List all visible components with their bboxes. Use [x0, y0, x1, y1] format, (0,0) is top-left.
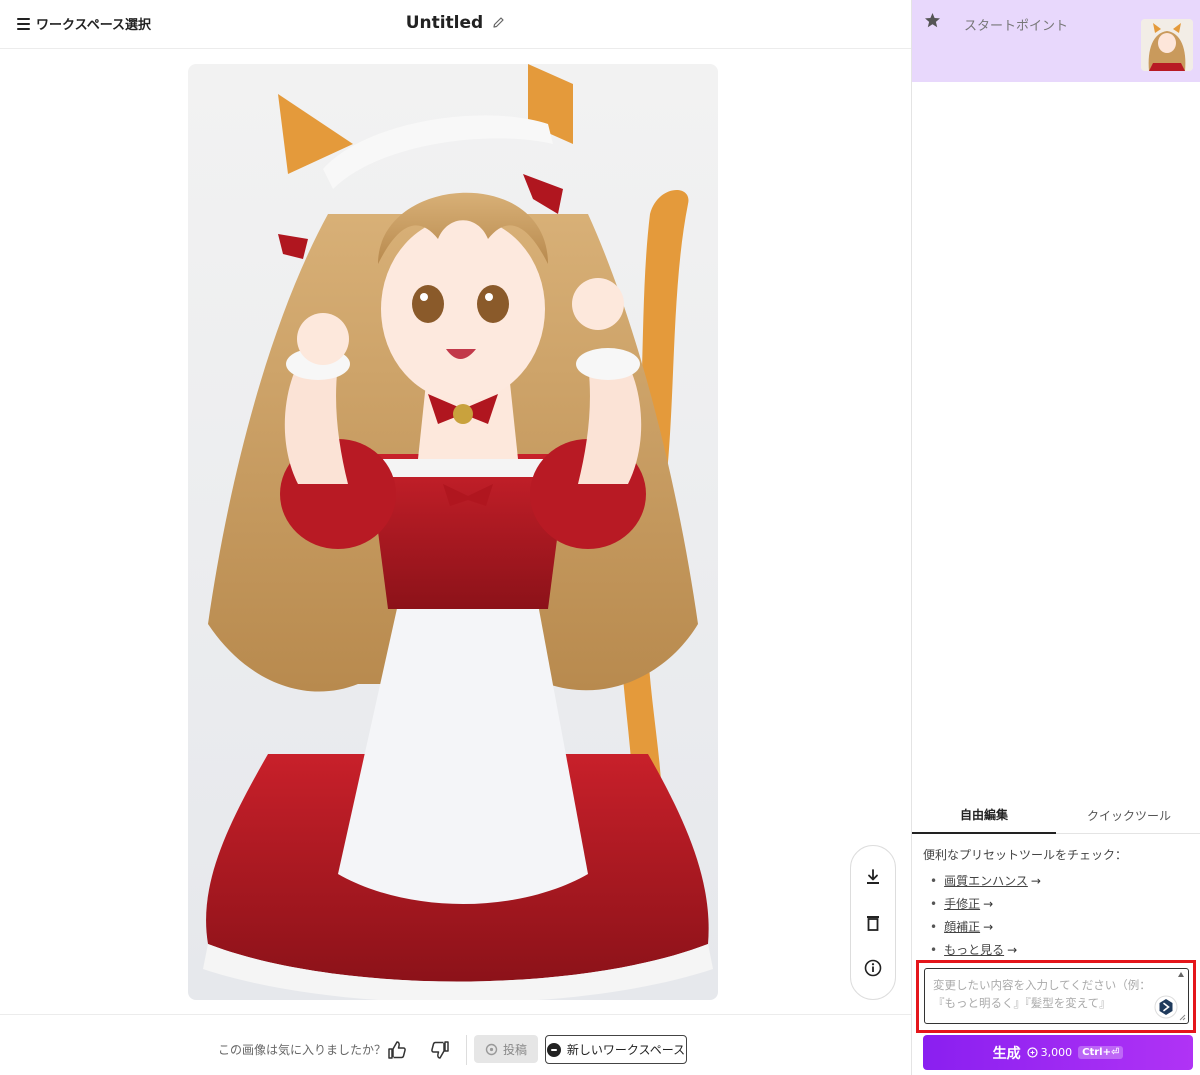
title-area: Untitled: [0, 13, 911, 33]
arrow-right-icon: →: [1030, 874, 1041, 888]
preset-heading: 便利なプリセットツールをチェック：: [923, 848, 1128, 862]
generate-label: 生成: [992, 1045, 1021, 1062]
edit-panel: スタートポイント 自由編集 クイックツール 便利なプリセットツールをチェック： …: [911, 0, 1200, 1075]
download-button[interactable]: [858, 862, 888, 892]
preset-link-hand-fix[interactable]: 手修正: [944, 897, 980, 911]
download-icon: [867, 868, 879, 884]
prompt-input[interactable]: [925, 969, 1157, 1021]
resize-handle-icon[interactable]: [1179, 1014, 1186, 1021]
ai-assist-icon[interactable]: [1154, 995, 1178, 1019]
generate-cost-value: 3,000: [1040, 1046, 1073, 1059]
arrow-right-icon: →: [1007, 943, 1018, 957]
thumbs-down-icon: [431, 1041, 449, 1059]
new-workspace-button[interactable]: 新しいワークスペース: [545, 1035, 687, 1064]
list-item: • 顔補正 →: [930, 920, 994, 934]
feedback-bar: この画像は気に入りましたか？ 投稿 新しいワークスペース: [0, 1014, 911, 1075]
chat-icon: [546, 1042, 561, 1057]
list-item: • もっと見る →: [930, 943, 1018, 957]
prompt-container: [924, 968, 1189, 1024]
shortcut-badge: Ctrl+⏎: [1078, 1046, 1124, 1059]
post-label: 投稿: [502, 1042, 527, 1057]
coin-icon: [1027, 1047, 1038, 1058]
feedback-question: この画像は気に入りましたか？: [218, 1043, 387, 1057]
star-icon: [925, 13, 940, 28]
new-workspace-label: 新しいワークスペース: [566, 1043, 686, 1057]
thumbnail-illustration: [1141, 19, 1193, 71]
start-point-card[interactable]: スタートポイント: [912, 0, 1200, 82]
preset-list: • 画質エンハンス → • 手修正 → • 顔補正 → • もっと見る →: [923, 870, 1127, 962]
pencil-edit-icon[interactable]: [492, 14, 505, 33]
info-icon: [864, 959, 882, 977]
preset-tools: 便利なプリセットツールをチェック： • 画質エンハンス → • 手修正 → • 顔補正 → …: [923, 846, 1127, 962]
preset-link-enhance[interactable]: 画質エンハンス: [944, 874, 1028, 888]
start-point-thumbnail[interactable]: [1141, 19, 1193, 71]
prompt-highlight: [916, 960, 1196, 1033]
scroll-up-icon[interactable]: [1178, 972, 1184, 977]
info-button[interactable]: [858, 953, 888, 983]
edit-tabs: 自由編集 クイックツール: [912, 797, 1200, 834]
dislike-button[interactable]: [427, 1037, 453, 1063]
list-item: • 手修正 →: [930, 897, 994, 911]
thumbs-up-icon: [388, 1041, 406, 1059]
page-title[interactable]: Untitled: [406, 13, 484, 33]
image-tool-bar: [850, 845, 896, 1000]
trash-icon: [867, 915, 879, 931]
arrow-right-icon: →: [983, 920, 994, 934]
main-area: ワークスペース選択 Untitled この画像は気に入りましたか？ 投稿 新しい…: [0, 0, 911, 1075]
top-bar: ワークスペース選択 Untitled: [0, 0, 911, 49]
generated-image: [188, 64, 718, 1000]
start-point-label: スタートポイント: [964, 19, 1069, 34]
tab-quick-tools[interactable]: クイックツール: [1057, 797, 1200, 834]
like-button[interactable]: [384, 1037, 410, 1063]
preset-link-more[interactable]: もっと見る: [944, 943, 1004, 957]
list-item: • 画質エンハンス →: [930, 874, 1041, 888]
tab-free-edit[interactable]: 自由編集: [912, 797, 1056, 834]
delete-button[interactable]: [858, 908, 888, 938]
generate-cost: 3,000: [1027, 1046, 1073, 1059]
anime-illustration: [188, 64, 718, 1000]
preset-link-face-fix[interactable]: 顔補正: [944, 920, 980, 934]
share-icon: [485, 1043, 498, 1055]
generate-button[interactable]: 生成 3,000 Ctrl+⏎: [923, 1035, 1193, 1070]
post-button[interactable]: 投稿: [474, 1035, 538, 1063]
divider: [466, 1035, 467, 1065]
arrow-right-icon: →: [983, 897, 994, 911]
